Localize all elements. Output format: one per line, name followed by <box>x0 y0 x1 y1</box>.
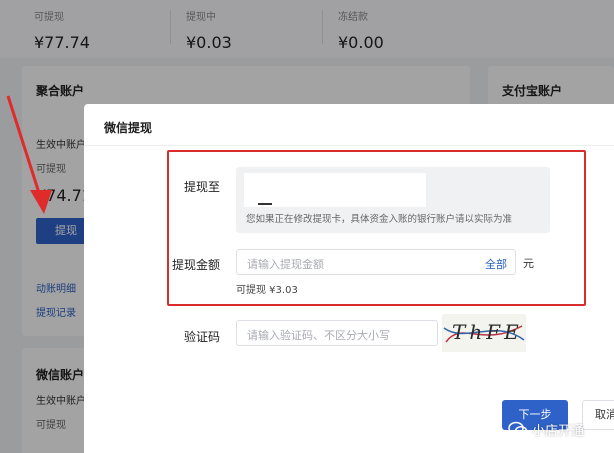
watermark-text: 小店开通 <box>532 424 585 439</box>
available-amount: 可提现 ¥3.03 <box>236 285 298 296</box>
captcha-image[interactable]: ThFE <box>442 314 526 352</box>
captcha-text: ThFE <box>452 320 523 344</box>
wechat-withdraw-modal: 微信提现 提现至 您如果正在修改提现卡，具体资金入账的银行账户请以实际为准 提现… <box>84 104 614 453</box>
withdraw-to-label: 提现至 <box>184 180 221 194</box>
modal-title: 微信提现 <box>104 121 153 135</box>
withdraw-all-link[interactable]: 全部 <box>485 256 507 272</box>
amount-placeholder: 请输入提现金额 <box>247 258 324 271</box>
amount-unit: 元 <box>523 257 534 270</box>
amount-input[interactable]: 请输入提现金额 全部 <box>236 249 516 275</box>
captcha-label: 验证码 <box>184 330 221 344</box>
captcha-placeholder: 请输入验证码、不区分大小写 <box>247 329 390 342</box>
bank-account-box: 您如果正在修改提现卡，具体资金入账的银行账户请以实际为准 <box>236 167 550 233</box>
amount-label: 提现金额 <box>172 258 221 272</box>
cancel-button[interactable]: 取消 <box>582 400 614 430</box>
account-placeholder-mark <box>258 203 272 205</box>
modal-header: 微信提现 <box>84 104 614 146</box>
wechat-logo-icon <box>508 421 528 436</box>
bank-account-value <box>244 173 426 207</box>
captcha-input[interactable]: 请输入验证码、不区分大小写 <box>236 320 438 346</box>
account-note: 您如果正在修改提现卡，具体资金入账的银行账户请以实际为准 <box>246 214 513 225</box>
